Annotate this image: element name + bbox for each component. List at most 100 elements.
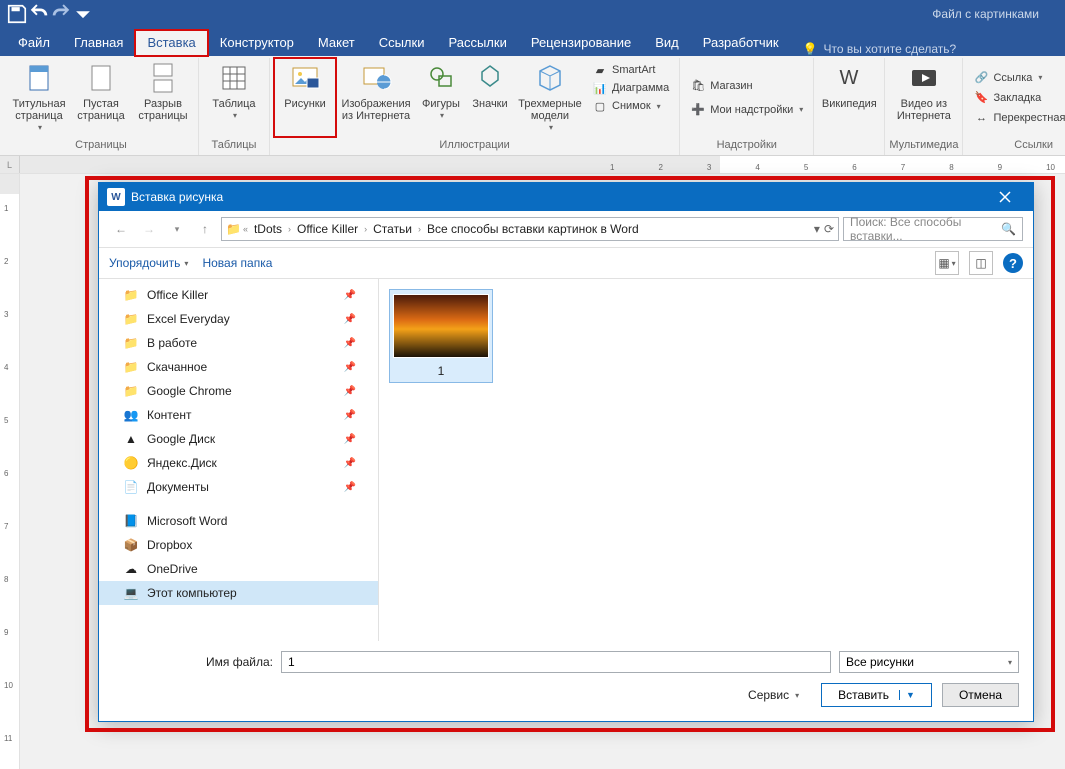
smartart-icon: ▰ [592,62,608,78]
onedrive-icon: ☁ [123,561,139,577]
pin-icon: 📌 [344,314,356,325]
contacts-icon: 👥 [123,407,139,423]
pin-icon: 📌 [344,410,356,421]
nav-back-button[interactable]: ← [109,217,133,241]
svg-text:W: W [840,67,859,89]
pin-icon: 📌 [344,482,356,493]
tree-item[interactable]: 📁Google Chrome📌 [99,379,378,403]
tree-item[interactable]: 🟡Яндекс.Диск📌 [99,451,378,475]
new-folder-button[interactable]: Новая папка [202,256,272,270]
wikipedia-button[interactable]: WВикипедия [818,58,880,137]
online-video-button[interactable]: Видео из Интернета [890,58,958,137]
page-break-button[interactable]: Разрыв страницы [132,58,194,137]
tab-view[interactable]: Вид [643,30,691,56]
word-icon: W [107,188,125,206]
dialog-titlebar: W Вставка рисунка [99,183,1033,211]
vertical-ruler: 1234567891011 [0,174,20,769]
tree-item[interactable]: 💻Этот компьютер [99,581,378,605]
tree-item[interactable]: 👥 Контент 📌 [99,403,378,427]
file-item[interactable]: 1 [389,289,493,383]
insert-button[interactable]: Вставить▼ [821,683,932,707]
breadcrumb-dropdown-icon[interactable]: ▾ [814,222,820,236]
tree-item[interactable]: 📁Скачанное📌 [99,355,378,379]
ydisk-icon: 🟡 [123,455,139,471]
save-icon[interactable] [6,3,28,25]
filename-input[interactable] [281,651,831,673]
preview-pane-button[interactable]: ◫ [969,251,993,275]
tab-home[interactable]: Главная [62,30,135,56]
tree-item[interactable]: 📄Документы📌 [99,475,378,499]
service-button[interactable]: Сервис ▾ [748,688,799,702]
undo-icon[interactable] [28,3,50,25]
group-links-label: Ссылки [1014,137,1053,155]
online-pictures-button[interactable]: Изображения из Интернета [336,58,416,137]
tree-item[interactable]: 📦Dropbox [99,533,378,557]
tree-item[interactable]: 📘Microsoft Word [99,509,378,533]
3d-models-button[interactable]: Трехмерные модели▾ [514,58,586,137]
tree-item-label: Яндекс.Диск [147,456,217,470]
crossref-button[interactable]: ↔Перекрестная ссыл [973,110,1065,126]
group-wikipedia: WВикипедия [814,58,885,155]
table-button[interactable]: Таблица▾ [203,58,265,137]
bookmark-button[interactable]: 🔖Закладка [973,90,1065,106]
filename-label: Имя файла: [113,655,273,669]
shapes-button[interactable]: Фигуры▾ [416,58,466,137]
lightbulb-icon: 💡 [803,42,818,56]
view-options-button[interactable]: ▦ ▾ [935,251,959,275]
refresh-icon[interactable]: ⟳ [824,222,834,236]
pin-icon: 📌 [344,338,356,349]
icons-button[interactable]: Значки [466,58,514,137]
screenshot-button[interactable]: ▢Снимок▾ [592,98,669,114]
tree-item-label: В работе [147,336,197,350]
tab-design[interactable]: Конструктор [208,30,306,56]
nav-forward-button[interactable]: → [137,217,161,241]
search-input[interactable]: Поиск: Все способы вставки... 🔍 [843,217,1023,241]
link-icon: 🔗 [973,70,989,86]
smartart-button[interactable]: ▰SmartArt [592,62,669,78]
chart-icon: 📊 [592,80,608,96]
search-icon: 🔍 [1001,222,1016,236]
tree-item-label: Этот компьютер [147,586,237,600]
ribbon-tabs: Файл Главная Вставка Конструктор Макет С… [0,28,1065,56]
file-filter-combo[interactable]: Все рисунки▾ [839,651,1019,673]
tree-item-label: Контент [147,408,191,422]
dialog-close-button[interactable] [985,183,1025,211]
tell-me[interactable]: 💡 Что вы хотите сделать? [803,42,957,56]
tab-mailings[interactable]: Рассылки [436,30,518,56]
organize-button[interactable]: Упорядочить ▾ [109,256,188,270]
link-button[interactable]: 🔗Ссылка▾ [973,70,1065,86]
group-tables: Таблица▾ Таблицы [199,58,270,155]
docs-icon: 📄 [123,479,139,495]
tree-item[interactable]: ▲Google Диск📌 [99,427,378,451]
tab-layout[interactable]: Макет [306,30,367,56]
tree-item[interactable]: 📁Office Killer📌 [99,283,378,307]
dialog-toolbar: Упорядочить ▾ Новая папка ▦ ▾ ◫ ? [99,247,1033,279]
redo-icon[interactable] [50,3,72,25]
tab-references[interactable]: Ссылки [367,30,437,56]
pin-icon: 📌 [344,290,356,301]
nav-recent-button[interactable]: ▾ [165,217,189,241]
breadcrumb[interactable]: 📁 « tDots› Office Killer› Статьи› Все сп… [221,217,839,241]
addins-small-column: 🛍Магазин ➕Мои надстройки▾ [684,58,809,137]
tree-item-label: Google Chrome [147,384,232,398]
chart-button[interactable]: 📊Диаграмма [592,80,669,96]
tree-item[interactable]: 📁Excel Everyday📌 [99,307,378,331]
tab-file[interactable]: Файл [6,30,62,56]
cover-page-button[interactable]: Титульная страница▾ [8,58,70,137]
tab-review[interactable]: Рецензирование [519,30,643,56]
qat-customize-icon[interactable] [72,3,94,25]
ribbon: Титульная страница▾ Пустая страница Разр… [0,56,1065,156]
store-button[interactable]: 🛍Магазин [690,78,803,94]
pictures-button[interactable]: Рисунки [274,58,336,137]
cancel-button[interactable]: Отмена [942,683,1019,707]
addins-icon: ➕ [690,102,706,118]
tree-item-label: Microsoft Word [147,514,227,528]
tree-item[interactable]: ☁OneDrive [99,557,378,581]
my-addins-button[interactable]: ➕Мои надстройки▾ [690,102,803,118]
tab-insert[interactable]: Вставка [135,30,207,56]
help-button[interactable]: ? [1003,253,1023,273]
blank-page-button[interactable]: Пустая страница [70,58,132,137]
tree-item[interactable]: 📁В работе📌 [99,331,378,355]
nav-up-button[interactable]: ↑ [193,217,217,241]
tab-developer[interactable]: Разработчик [691,30,791,56]
